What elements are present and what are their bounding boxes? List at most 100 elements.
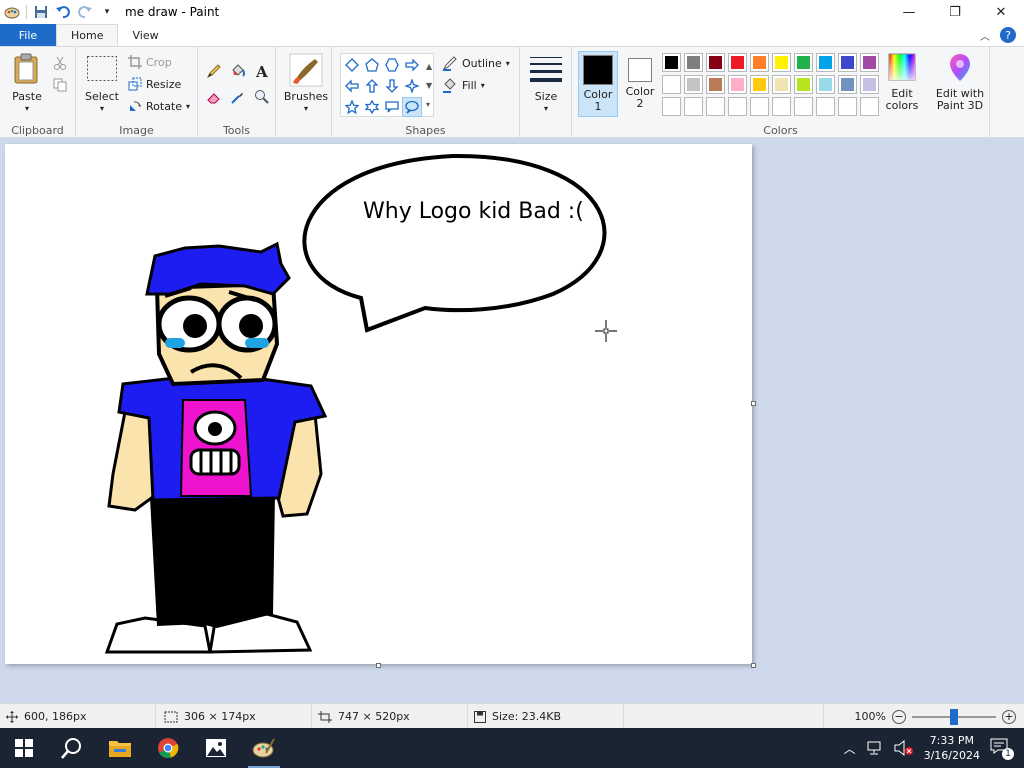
taskbar-photos[interactable] [192,728,240,768]
palette-swatch[interactable] [772,53,791,72]
zoom-slider-thumb[interactable] [950,708,958,725]
taskbar: ︿ 7:33 PM 3/16/2024 1 [0,728,1024,768]
edit-with-paint3d-button[interactable]: Edit with Paint 3D [932,53,988,112]
palette-swatch[interactable] [816,53,835,72]
palette-custom-slot[interactable] [794,97,813,116]
palette-custom-slot[interactable] [772,97,791,116]
taskbar-paint[interactable] [240,728,288,768]
palette-swatch[interactable] [816,75,835,94]
palette-swatch[interactable] [860,75,879,94]
copy-icon[interactable] [50,75,70,95]
palette-swatch[interactable] [750,53,769,72]
palette-swatch[interactable] [684,53,703,72]
start-button[interactable] [0,728,48,768]
palette-custom-slot[interactable] [706,97,725,116]
brushes-button[interactable]: Brushes ▾ [284,53,328,115]
maximize-button[interactable]: ❐ [932,0,978,24]
size-button[interactable]: Size ▾ [526,55,566,115]
network-icon[interactable] [866,740,884,756]
color-picker-icon[interactable] [228,87,248,107]
search-button[interactable] [48,728,96,768]
shape-hexagon-icon[interactable] [382,55,402,75]
palette-swatch[interactable] [860,53,879,72]
drawing-canvas[interactable]: Why Logo kid Bad :( [5,144,752,664]
palette-custom-slot[interactable] [662,97,681,116]
palette-custom-slot[interactable] [750,97,769,116]
palette-custom-slot[interactable] [728,97,747,116]
palette-swatch[interactable] [794,75,813,94]
crop-button[interactable]: Crop [128,55,172,69]
shape-four-point-star-icon[interactable] [402,76,422,96]
notifications-button[interactable]: 1 [990,738,1014,760]
paste-button[interactable]: Paste ▾ [8,53,46,115]
resize-handle-bottom[interactable] [376,663,381,668]
shape-five-point-star-icon[interactable] [342,97,362,117]
zoom-slider[interactable] [912,708,996,725]
color1-button[interactable]: Color 1 [578,51,618,117]
palette-swatch[interactable] [706,75,725,94]
palette-swatch[interactable] [684,75,703,94]
text-tool-icon[interactable]: A [252,61,272,81]
eraser-icon[interactable] [204,87,224,107]
shape-down-arrow-icon[interactable] [382,76,402,96]
color2-button[interactable]: Color 2 [622,54,658,110]
minimize-button[interactable]: — [886,0,932,24]
shape-six-point-star-icon[interactable] [362,97,382,117]
canvas-area[interactable]: Why Logo kid Bad :( [0,138,1024,703]
shape-diamond-icon[interactable] [342,55,362,75]
palette-swatch[interactable] [662,53,681,72]
palette-custom-slot[interactable] [860,97,879,116]
volume-muted-icon[interactable] [894,740,914,756]
shape-right-arrow-icon[interactable] [402,55,422,75]
tab-file[interactable]: File [0,24,56,46]
select-button[interactable]: Select ▾ [84,55,120,115]
magnifier-icon[interactable] [252,87,272,107]
collapse-ribbon-icon[interactable]: ︿ [980,28,990,43]
show-hidden-icons-chevron-icon[interactable]: ︿ [844,740,856,757]
help-icon[interactable]: ? [1000,27,1016,43]
status-spacer [624,704,824,729]
resize-handle-corner[interactable] [751,663,756,668]
palette-custom-slot[interactable] [684,97,703,116]
tools-group-label: Tools [222,124,251,137]
palette-custom-slot[interactable] [838,97,857,116]
paint-app-icon[interactable] [4,4,20,20]
customize-qat-chevron-icon[interactable]: ▾ [99,4,115,20]
shape-up-arrow-icon[interactable] [362,76,382,96]
pencil-icon[interactable] [204,61,224,81]
cut-icon[interactable] [50,53,70,73]
fill-bucket-icon[interactable] [228,61,248,81]
palette-swatch[interactable] [838,75,857,94]
tab-view[interactable]: View [118,24,172,46]
shape-rect-callout-icon[interactable] [382,97,402,117]
palette-swatch[interactable] [750,75,769,94]
palette-swatch[interactable] [838,53,857,72]
shape-pentagon-icon[interactable] [362,55,382,75]
redo-icon[interactable] [77,4,93,20]
palette-swatch[interactable] [794,53,813,72]
save-icon[interactable] [33,4,49,20]
resize-handle-right[interactable] [751,401,756,406]
palette-swatch[interactable] [728,75,747,94]
taskbar-chrome[interactable] [144,728,192,768]
palette-swatch[interactable] [706,53,725,72]
edit-colors-button[interactable]: Edit colors [880,53,924,112]
resize-button[interactable]: Resize [128,77,181,91]
palette-swatch[interactable] [728,53,747,72]
zoom-out-button[interactable]: − [892,709,906,724]
fill-button[interactable]: Fill ▾ [442,77,485,93]
shapes-scroll-arrows[interactable]: ▲ ▼ ▾ [426,57,432,114]
shape-left-arrow-icon[interactable] [342,76,362,96]
taskbar-file-explorer[interactable] [96,728,144,768]
close-button[interactable]: ✕ [978,0,1024,24]
undo-icon[interactable] [55,4,71,20]
rotate-button[interactable]: Rotate ▾ [128,99,190,113]
outline-button[interactable]: Outline ▾ [442,55,510,71]
palette-swatch[interactable] [662,75,681,94]
clock[interactable]: 7:33 PM 3/16/2024 [924,733,980,763]
tab-home[interactable]: Home [56,24,119,46]
palette-swatch[interactable] [772,75,791,94]
zoom-in-button[interactable]: + [1002,709,1016,724]
shape-oval-callout-icon[interactable] [402,97,422,117]
palette-custom-slot[interactable] [816,97,835,116]
